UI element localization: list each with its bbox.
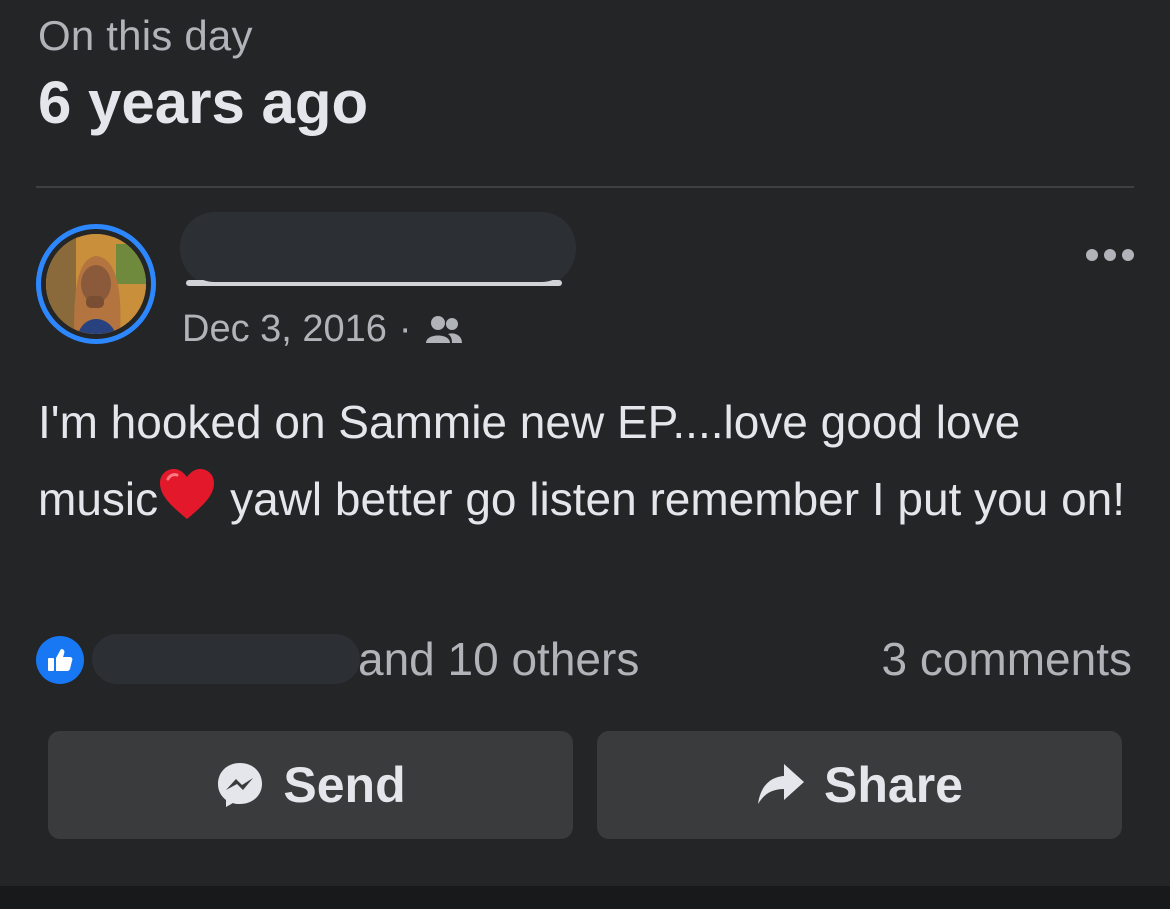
share-arrow-icon — [758, 764, 805, 804]
meta-separator: · — [398, 308, 412, 350]
messenger-icon — [218, 763, 263, 807]
author-name-cover — [180, 212, 576, 282]
post-date[interactable]: Dec 3, 2016 — [182, 308, 387, 351]
post-body: I'm hooked on Sammie new EP....love good… — [38, 384, 1138, 544]
bottom-bar — [0, 886, 1170, 909]
share-label: Share — [824, 757, 963, 813]
post-meta: Dec 3, 2016 · — [182, 308, 464, 351]
memory-subtitle: On this day — [38, 12, 253, 59]
comments-count[interactable]: 3 comments — [881, 632, 1132, 686]
avatar-image — [46, 234, 146, 334]
heart-emoji-icon — [158, 467, 216, 544]
reactions-count[interactable]: and 10 others — [358, 632, 639, 686]
likers-name-redacted[interactable] — [92, 634, 360, 684]
like-icon[interactable] — [36, 636, 84, 684]
post-text-part2: yawl better go listen remember I put you… — [230, 473, 1126, 525]
more-options-icon[interactable] — [1082, 244, 1138, 266]
memory-title: 6 years ago — [38, 69, 369, 136]
send-button[interactable]: Send — [48, 731, 573, 839]
friends-icon — [425, 315, 462, 343]
share-button[interactable]: Share — [597, 731, 1122, 839]
avatar[interactable] — [36, 224, 156, 344]
send-label: Send — [283, 757, 406, 813]
divider — [36, 186, 1134, 188]
